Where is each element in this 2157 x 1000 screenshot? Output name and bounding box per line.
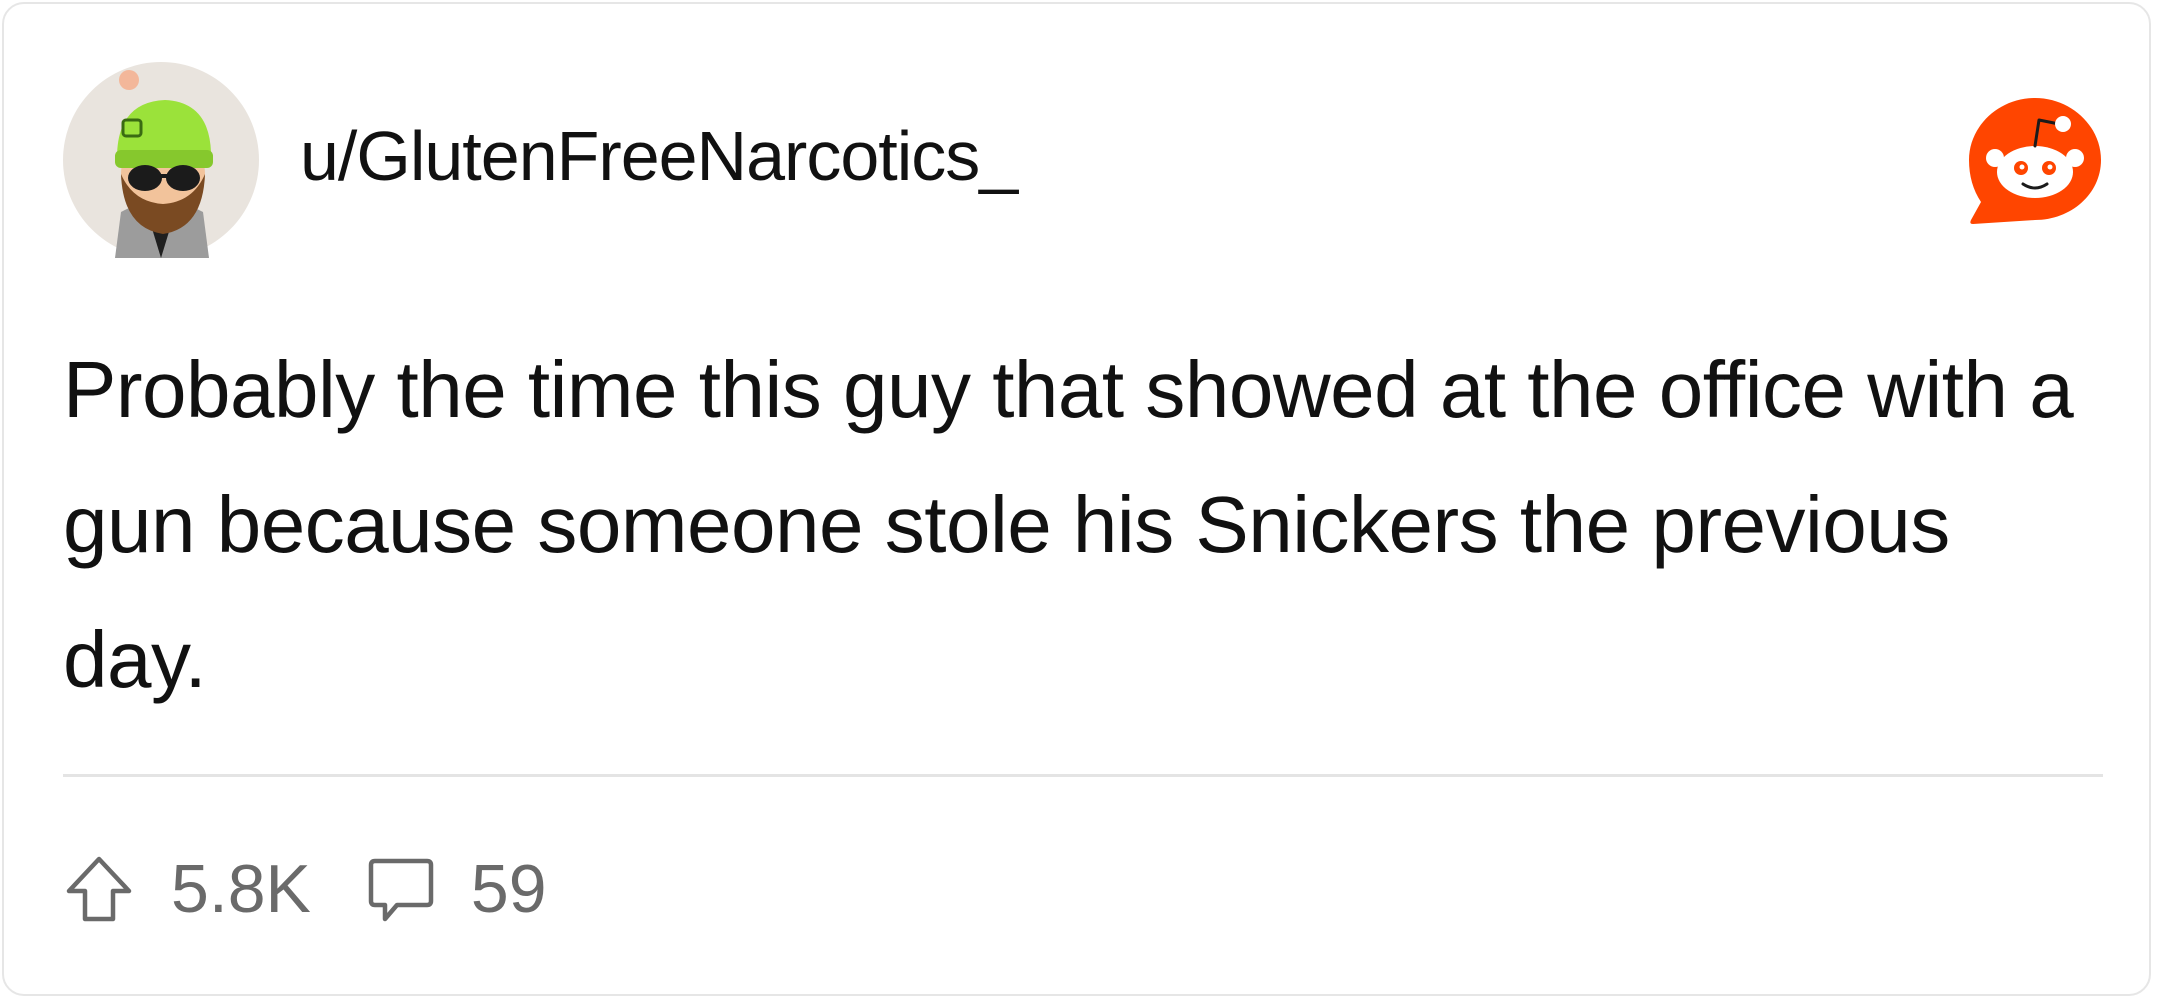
reddit-logo-icon (1969, 98, 2101, 224)
post-username[interactable]: u/GlutenFreeNarcotics_ (300, 116, 1018, 196)
comment-bubble-icon[interactable] (365, 853, 437, 925)
comment-count: 59 (470, 851, 547, 927)
divider (63, 774, 2103, 777)
post-body: Probably the time this guy that showed a… (63, 345, 2074, 704)
user-avatar[interactable] (63, 62, 259, 258)
upvote-arrow-icon[interactable] (63, 853, 135, 925)
upvote-count: 5.8K (171, 851, 311, 927)
post-card: u/GlutenFreeNarcotics_ Probably the time… (2, 2, 2151, 996)
post-stats: 5.8K 59 (63, 849, 547, 929)
